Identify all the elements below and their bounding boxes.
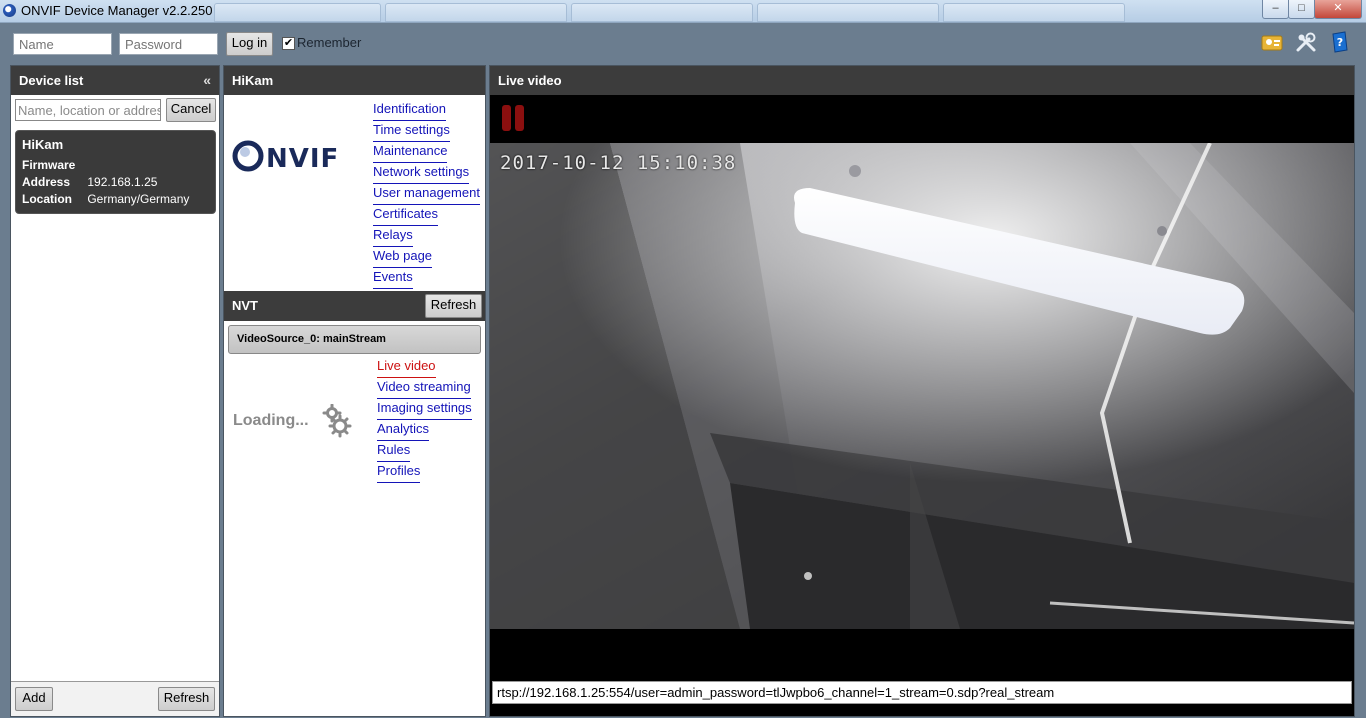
device-location-row: Location Germany/Germany (22, 192, 209, 209)
device-links: Identification Time settings Maintenance… (373, 100, 480, 289)
onvif-logo: NVIF (232, 140, 339, 174)
link-events[interactable]: Events (373, 268, 413, 289)
device-panel-header: HiKam (224, 66, 485, 95)
account-icon[interactable] (1261, 31, 1283, 53)
device-firmware-row: Firmware (22, 158, 209, 175)
video-frame[interactable] (490, 143, 1354, 629)
link-network-settings[interactable]: Network settings (373, 163, 470, 184)
password-input[interactable] (119, 33, 218, 55)
app-icon (3, 4, 16, 17)
firmware-label: Firmware (22, 158, 76, 172)
device-list-footer: Add Refresh (11, 681, 219, 716)
login-button[interactable]: Log in (226, 32, 273, 56)
link-maintenance[interactable]: Maintenance (373, 142, 448, 163)
login-bar: Log in ✔ Remember ? (0, 23, 1366, 65)
link-web-page[interactable]: Web page (373, 247, 433, 268)
nvt-bar: NVT Refresh (224, 291, 485, 321)
refresh-devices-button[interactable]: Refresh (158, 687, 215, 711)
background-tab (385, 3, 567, 22)
link-imaging-settings[interactable]: Imaging settings (377, 399, 472, 420)
cancel-button[interactable]: Cancel (166, 98, 216, 122)
link-rules[interactable]: Rules (377, 441, 411, 462)
title-bar: ONVIF Device Manager v2.2.250 – □ ✕ (0, 0, 1366, 23)
location-value: Germany/Germany (87, 192, 190, 206)
link-relays[interactable]: Relays (373, 226, 413, 247)
remember-label: Remember (297, 35, 362, 50)
device-list-header: Device list « (11, 66, 219, 95)
location-label: Location (22, 192, 72, 206)
close-button[interactable]: ✕ (1314, 0, 1362, 19)
maximize-button[interactable]: □ (1288, 0, 1315, 19)
link-identification[interactable]: Identification (373, 100, 446, 121)
link-video-streaming[interactable]: Video streaming (377, 378, 471, 399)
collapse-icon[interactable]: « (203, 66, 211, 95)
device-card[interactable]: HiKam Firmware Address 192.168.1.25 Loca… (15, 130, 216, 214)
video-source-tab[interactable]: VideoSource_0: mainStream (228, 325, 481, 354)
address-label: Address (22, 175, 71, 189)
settings-tools-icon[interactable] (1295, 31, 1317, 53)
link-analytics[interactable]: Analytics (377, 420, 430, 441)
link-profiles[interactable]: Profiles (377, 462, 421, 483)
remember-checkbox[interactable]: ✔ (282, 37, 295, 50)
stream-url-field[interactable]: rtsp://192.168.1.25:554/user=admin_passw… (492, 681, 1352, 704)
device-list-title: Device list (19, 73, 84, 88)
pause-icon[interactable] (501, 104, 526, 132)
loading-label: Loading... (233, 412, 309, 429)
nvt-label: NVT (232, 298, 258, 313)
device-address-row: Address 192.168.1.25 (22, 175, 209, 192)
link-user-management[interactable]: User management (373, 184, 480, 205)
link-live-video[interactable]: Live video (377, 357, 436, 378)
device-panel: HiKam NVIF Identification Time settings … (223, 65, 486, 717)
address-value: 192.168.1.25 (87, 175, 158, 189)
video-timestamp: 2017-10-12 15:10:38 (500, 152, 737, 174)
background-tab (214, 3, 381, 22)
gears-icon (322, 404, 352, 438)
device-name: HiKam (22, 137, 64, 152)
device-search-input[interactable]: Name, location or address (15, 99, 161, 121)
minimize-button[interactable]: – (1262, 0, 1289, 19)
link-time-settings[interactable]: Time settings (373, 121, 450, 142)
refresh-nvt-button[interactable]: Refresh (425, 294, 482, 318)
background-tab (571, 3, 753, 22)
live-video-header: Live video (490, 66, 1354, 95)
taskbar-tabs (214, 2, 1254, 22)
window-title: ONVIF Device Manager v2.2.250 (21, 3, 213, 18)
live-video-panel: Live video 2017-10-12 15:10:38 rtsp://19… (489, 65, 1355, 717)
link-certificates[interactable]: Certificates (373, 205, 439, 226)
background-tab (757, 3, 939, 22)
help-book-icon[interactable]: ? (1329, 31, 1351, 53)
onvif-logo-text: NVIF (266, 144, 339, 174)
name-input[interactable] (13, 33, 112, 55)
device-list-panel: Device list « Name, location or address … (10, 65, 220, 717)
background-tab (943, 3, 1125, 22)
svg-text:?: ? (1337, 36, 1343, 49)
source-links: Live video Video streaming Imaging setti… (377, 357, 472, 483)
add-device-button[interactable]: Add (15, 687, 53, 711)
